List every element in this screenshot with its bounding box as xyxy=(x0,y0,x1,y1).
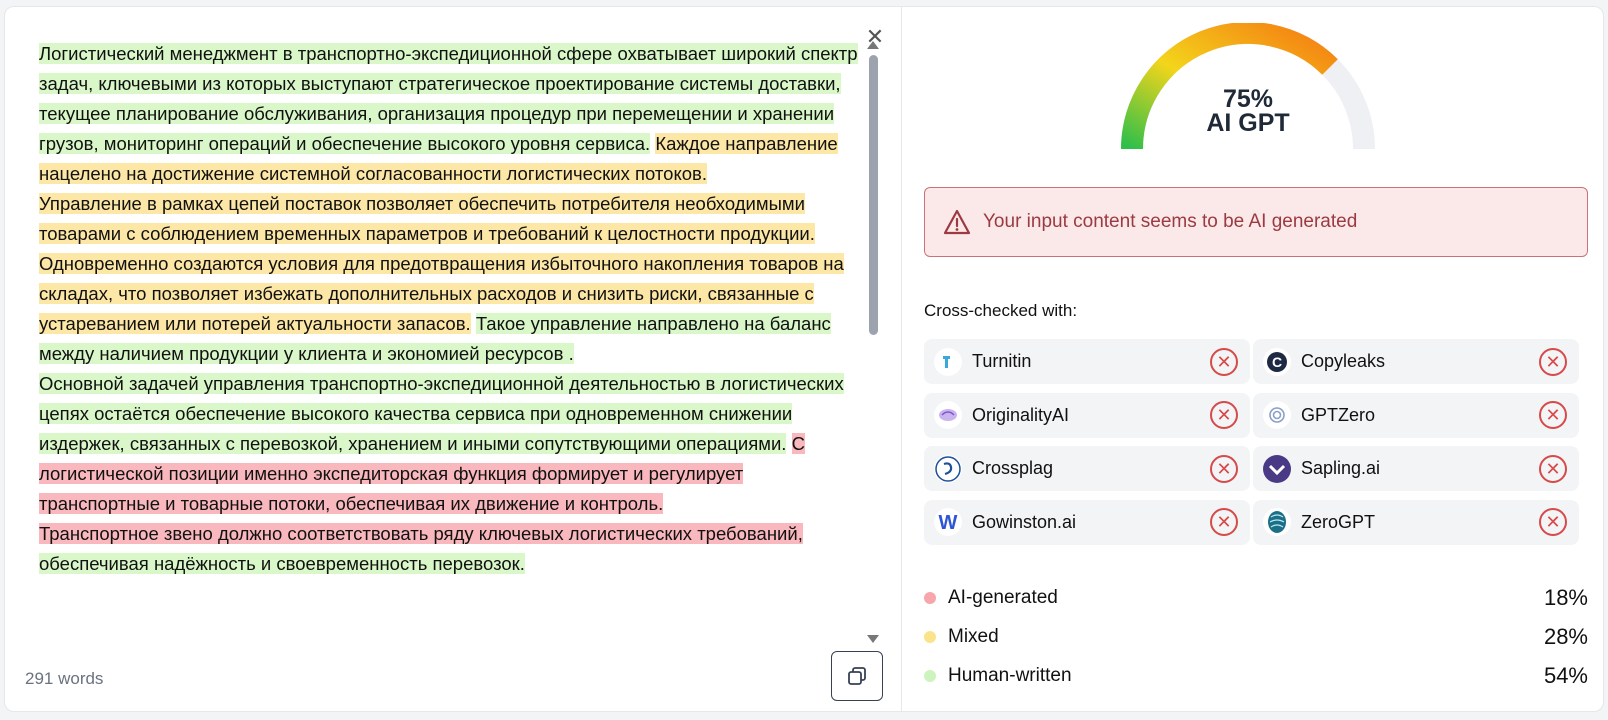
cross-check-name: ZeroGPT xyxy=(1301,511,1376,532)
gauge-label: AI GPT xyxy=(1206,109,1290,137)
text-paragraph: Основной задачей управления транспортно-… xyxy=(39,369,869,519)
x-circle-icon: ✕ xyxy=(1210,347,1238,376)
ai-segment: Транспортное звено должно соответствоват… xyxy=(39,523,803,544)
svg-text:W: W xyxy=(939,512,958,533)
legend-dot xyxy=(924,592,936,604)
cross-check-item-sapling-ai: Sapling.ai ✕ xyxy=(1253,446,1579,491)
cross-check-item-gowinston-ai: W Gowinston.ai ✕ xyxy=(924,499,1250,545)
results-panel: 75% AI GPT Your input content seems to b… xyxy=(903,7,1603,711)
cross-check-item-turnitin: Turnitin ✕ xyxy=(924,339,1250,384)
warning-triangle-icon xyxy=(943,209,971,235)
analyzed-text[interactable]: Логистический менеджмент в транспортно-э… xyxy=(39,39,869,643)
legend-label: Human-written xyxy=(948,665,1072,686)
cross-check-name: Gowinston.ai xyxy=(972,511,1077,532)
x-circle-icon: ✕ xyxy=(1210,508,1238,536)
cross-check-name: GPTZero xyxy=(1301,404,1376,425)
legend-dot xyxy=(924,631,936,643)
cross-check-title: Cross-checked with: xyxy=(924,301,1078,320)
copyleaks-icon: C xyxy=(1263,347,1291,376)
x-circle-icon: ✕ xyxy=(1539,347,1567,376)
cross-check-item-copyleaks: C Copyleaks ✕ xyxy=(1253,339,1579,384)
cross-check-item-gptzero: GPTZero ✕ xyxy=(1253,392,1579,438)
copy-icon xyxy=(848,667,866,685)
x-circle-icon: ✕ xyxy=(1210,401,1238,429)
alert-message: Your input content seems to be AI genera… xyxy=(983,211,1358,232)
cross-check-name: Crossplag xyxy=(972,458,1054,478)
legend-label: Mixed xyxy=(948,626,999,647)
cross-check-name: Copyleaks xyxy=(1301,351,1386,371)
cross-check-name: Sapling.ai xyxy=(1301,458,1381,478)
text-paragraph: Логистический менеджмент в транспортно-э… xyxy=(39,39,869,189)
crossplag-icon xyxy=(934,454,962,483)
svg-text:C: C xyxy=(1272,354,1282,370)
cross-check-item-zerogpt: ZeroGPT ✕ xyxy=(1253,499,1579,545)
copy-button[interactable] xyxy=(831,651,883,701)
text-panel: Логистический менеджмент в транспортно-э… xyxy=(5,7,902,711)
legend-value: 18% xyxy=(1543,585,1588,610)
text-paragraph: Транспортное звено должно соответствоват… xyxy=(39,519,869,579)
x-circle-icon: ✕ xyxy=(1539,508,1567,536)
word-count: 291 words xyxy=(25,669,104,688)
x-circle-icon: ✕ xyxy=(1210,454,1238,483)
human-segment: обеспечивая надёжность и своевременность… xyxy=(39,553,525,574)
legend-label: AI-generated xyxy=(948,587,1058,608)
legend-row-ai-generated: AI-generated 18% xyxy=(924,583,1588,613)
cross-check-name: OriginalityAI xyxy=(972,404,1070,425)
human-segment: Основной задачей управления транспортно-… xyxy=(39,373,844,454)
sapling-icon xyxy=(1263,454,1291,483)
scroll-down-arrow[interactable] xyxy=(867,635,879,643)
turnitin-icon xyxy=(934,347,962,376)
text-gap xyxy=(786,433,791,454)
scrollbar-thumb[interactable] xyxy=(869,55,878,335)
legend-row-mixed: Mixed 28% xyxy=(924,622,1588,652)
scrollbar[interactable] xyxy=(867,51,879,631)
originalityai-icon xyxy=(934,401,962,429)
text-paragraph: Управление в рамках цепей поставок позво… xyxy=(39,189,869,369)
legend-value: 54% xyxy=(1543,663,1588,688)
cross-check-item-originalityai: OriginalityAI ✕ xyxy=(924,392,1250,438)
ai-alert-banner: Your input content seems to be AI genera… xyxy=(924,187,1588,257)
cross-check-item-crossplag: Crossplag ✕ xyxy=(924,446,1250,491)
zerogpt-icon xyxy=(1263,508,1291,536)
x-circle-icon: ✕ xyxy=(1539,454,1567,483)
cross-check-name: Turnitin xyxy=(972,351,1032,371)
gptzero-icon xyxy=(1263,401,1291,429)
legend-row-human-written: Human-written 54% xyxy=(924,661,1588,691)
x-circle-icon: ✕ xyxy=(1539,401,1567,429)
legend-value: 28% xyxy=(1543,624,1588,649)
scroll-up-arrow[interactable] xyxy=(867,41,879,49)
legend-dot xyxy=(924,670,936,682)
gowinston-icon: W xyxy=(934,508,962,536)
detector-card: Логистический менеджмент в транспортно-э… xyxy=(4,6,1604,712)
